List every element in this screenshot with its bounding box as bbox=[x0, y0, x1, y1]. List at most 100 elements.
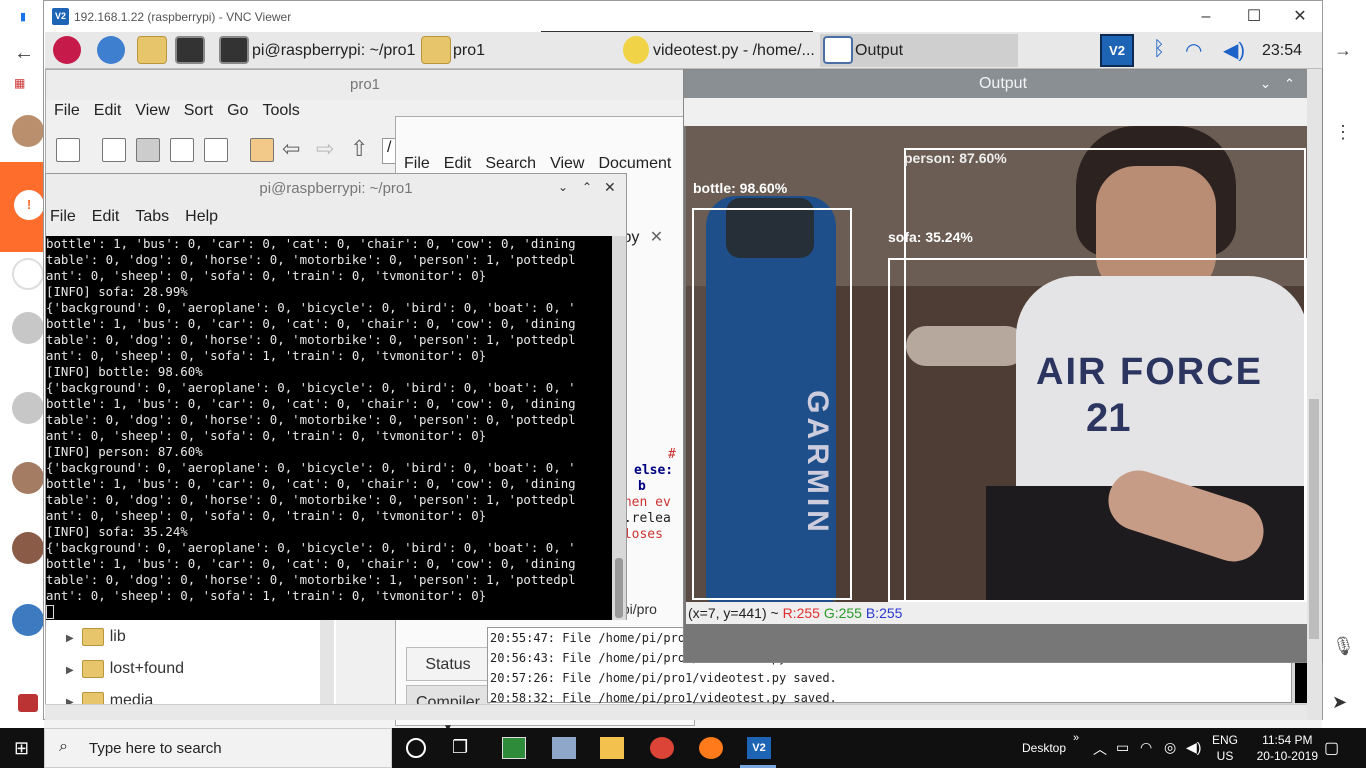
terminal-output[interactable]: bottle': 1, 'bus': 0, 'car': 0, 'cat': 0… bbox=[46, 236, 612, 620]
forward-icon[interactable]: ⇨ bbox=[316, 136, 334, 162]
output-maximize-button[interactable]: ⌃ bbox=[1284, 76, 1295, 92]
terminal-minimize-button[interactable]: ⌄ bbox=[558, 180, 568, 194]
send-icon[interactable]: ➤ bbox=[1332, 692, 1347, 713]
terminal-maximize-button[interactable]: ⌃ bbox=[582, 180, 592, 194]
close-tab-icon[interactable]: ✕ bbox=[650, 229, 663, 246]
menu-document[interactable]: Document bbox=[598, 155, 671, 172]
avatar[interactable] bbox=[12, 604, 44, 636]
menu-edit[interactable]: Edit bbox=[444, 155, 472, 172]
show-hidden-icons-icon[interactable]: ︿ bbox=[1093, 739, 1107, 759]
expand-arrow-icon[interactable]: ▶ bbox=[66, 665, 74, 676]
maximize-button[interactable]: ☐ bbox=[1242, 7, 1266, 27]
chrome-icon[interactable] bbox=[650, 737, 674, 759]
avatar[interactable] bbox=[12, 392, 44, 424]
menu-go[interactable]: Go bbox=[227, 102, 248, 119]
volume-icon[interactable]: ◀) bbox=[1223, 38, 1245, 63]
vnc-viewer-taskbar-icon[interactable]: V2 bbox=[747, 737, 771, 759]
folder-task-icon bbox=[421, 36, 451, 64]
up-icon[interactable]: ⇧ bbox=[350, 136, 368, 162]
location-icon[interactable]: ◎ bbox=[1164, 739, 1176, 756]
vnc-server-icon[interactable]: V2 bbox=[1100, 34, 1134, 67]
minimize-button[interactable]: – bbox=[1194, 7, 1218, 27]
battery-icon[interactable]: ▭ bbox=[1116, 739, 1129, 756]
detection-label-bottle: bottle: 98.60% bbox=[693, 180, 788, 196]
home-icon[interactable] bbox=[250, 138, 274, 162]
menu-view[interactable]: View bbox=[550, 155, 584, 172]
menu-tabs[interactable]: Tabs bbox=[135, 208, 169, 225]
search-icon: ⌕ bbox=[59, 738, 68, 755]
avatar[interactable] bbox=[12, 312, 44, 344]
scrollbar-thumb[interactable] bbox=[1309, 399, 1319, 639]
avatar[interactable] bbox=[12, 462, 44, 494]
tree-item-lost-found[interactable]: ▶ lost+found bbox=[66, 660, 184, 678]
menu-file[interactable]: File bbox=[50, 208, 76, 225]
winrar-icon[interactable] bbox=[18, 694, 38, 712]
taskbar-folder-button[interactable]: pro1 bbox=[453, 42, 485, 60]
file-explorer-icon[interactable] bbox=[600, 737, 624, 759]
expand-arrow-icon[interactable]: ▶ bbox=[66, 633, 74, 644]
input-language[interactable]: ENG US bbox=[1212, 732, 1238, 764]
message-window-tabs: Status Compiler ▼ bbox=[406, 647, 490, 734]
toolbar-expand-icon[interactable]: » bbox=[1073, 732, 1079, 744]
menu-help[interactable]: Help bbox=[185, 208, 218, 225]
network-icon[interactable]: ◠ bbox=[1140, 739, 1152, 756]
terminal-scrollbar[interactable] bbox=[612, 236, 626, 620]
wifi-icon[interactable]: ◠ bbox=[1185, 38, 1202, 63]
menu-dots-icon[interactable]: ⋮ bbox=[1334, 122, 1352, 143]
blue-value: B:255 bbox=[865, 605, 903, 621]
sheets-app-icon[interactable] bbox=[502, 737, 526, 759]
vnc-vertical-scrollbar[interactable] bbox=[1307, 69, 1322, 720]
new-window-icon[interactable] bbox=[56, 138, 80, 162]
terminal-line: {'background': 0, 'aeroplane': 0, 'bicyc… bbox=[46, 300, 576, 315]
microphone-icon[interactable]: 🎙 bbox=[1332, 636, 1355, 657]
task-view-icon[interactable]: ❐ bbox=[452, 737, 476, 759]
volume-icon[interactable]: ◀) bbox=[1186, 739, 1201, 756]
desktop-horizontal-scrollbar[interactable] bbox=[45, 704, 1307, 720]
bluetooth-icon[interactable]: ᛒ bbox=[1153, 38, 1165, 61]
firefox-icon[interactable] bbox=[699, 737, 723, 759]
browser-globe-icon[interactable] bbox=[97, 36, 125, 64]
notification-center-icon[interactable]: ▢ bbox=[1324, 738, 1339, 758]
windows-search-box[interactable]: ⌕ Type here to search bbox=[44, 728, 392, 768]
taskbar-terminal-button[interactable]: pi@raspberrypi: ~/pro1 bbox=[252, 42, 415, 60]
forward-arrow-icon[interactable]: → bbox=[1334, 40, 1352, 61]
vnc-title: 192.168.1.22 (raspberrypi) - VNC Viewer bbox=[74, 10, 292, 24]
cortana-icon[interactable] bbox=[406, 738, 426, 758]
taskbar-output-button[interactable]: Output bbox=[855, 42, 903, 60]
desktop-toolbar-label[interactable]: Desktop bbox=[1022, 741, 1066, 755]
compact-view-icon[interactable] bbox=[170, 138, 194, 162]
icon-view-icon[interactable] bbox=[102, 138, 126, 162]
menu-edit[interactable]: Edit bbox=[94, 102, 122, 119]
back-arrow-icon[interactable]: ← bbox=[14, 42, 34, 65]
menu-sort[interactable]: Sort bbox=[184, 102, 213, 119]
search-icon[interactable] bbox=[12, 258, 44, 290]
tree-item-lib[interactable]: ▶ lib bbox=[66, 628, 126, 646]
thumbnail-view-icon[interactable] bbox=[136, 138, 160, 162]
file-manager-icon[interactable] bbox=[137, 36, 167, 64]
windows-start-icon[interactable]: ⊞ bbox=[14, 739, 32, 757]
output-minimize-button[interactable]: ⌄ bbox=[1260, 76, 1271, 92]
camera-frame[interactable]: AIR FORCE 21 GARMIN bottle: 98.60% perso… bbox=[686, 126, 1308, 602]
scrollbar-thumb[interactable] bbox=[615, 558, 623, 618]
menu-view[interactable]: View bbox=[135, 102, 169, 119]
back-icon[interactable]: ⇦ bbox=[282, 136, 300, 162]
app-icon[interactable] bbox=[552, 737, 576, 759]
menu-file[interactable]: File bbox=[54, 102, 80, 119]
avatar[interactable] bbox=[12, 115, 44, 147]
folder-icon bbox=[81, 628, 104, 646]
list-view-icon[interactable] bbox=[204, 138, 228, 162]
terminal-icon[interactable] bbox=[175, 36, 205, 64]
raspberry-menu-icon[interactable] bbox=[53, 36, 81, 64]
taskbar-geany-button[interactable]: videotest.py - /home/... bbox=[653, 42, 815, 60]
apps-grid-icon[interactable]: ▦ bbox=[14, 76, 25, 90]
close-button[interactable]: ✕ bbox=[1288, 7, 1312, 27]
terminal-close-button[interactable]: ✕ bbox=[604, 179, 616, 196]
menu-search[interactable]: Search bbox=[485, 155, 536, 172]
avatar[interactable] bbox=[12, 532, 44, 564]
pi-clock[interactable]: 23:54 bbox=[1262, 42, 1302, 60]
windows-clock[interactable]: 11:54 PM 20-10-2019 bbox=[1257, 732, 1318, 764]
menu-edit[interactable]: Edit bbox=[92, 208, 120, 225]
menu-file[interactable]: File bbox=[404, 155, 430, 172]
menu-tools[interactable]: Tools bbox=[262, 102, 299, 119]
tab-status[interactable]: Status bbox=[406, 647, 490, 681]
